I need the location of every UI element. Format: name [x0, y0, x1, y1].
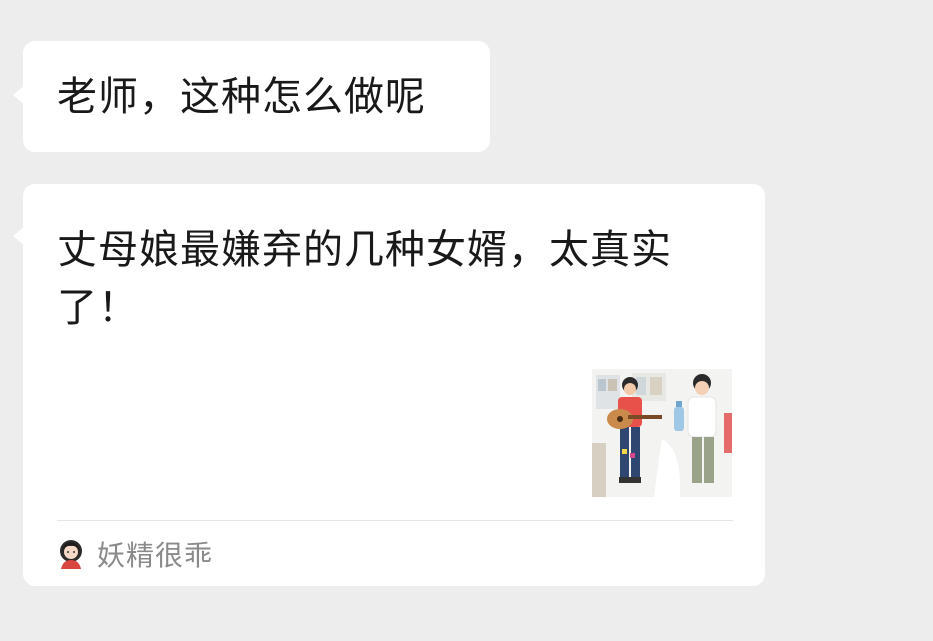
message-text: 老师，这种怎么做呢: [57, 74, 426, 120]
message-bubble-link-card[interactable]: 丈母娘最嫌弃的几种女婿，太真实了！ 妖精很乖: [13, 184, 765, 586]
source-account-name: 妖精很乖: [97, 539, 214, 572]
link-card-title: 丈母娘最嫌弃的几种女婿，太真实了！: [57, 227, 672, 331]
link-card-source[interactable]: 妖精很乖: [57, 534, 213, 574]
chat-window: 老师，这种怎么做呢 丈母娘最嫌弃的几种女婿，太真实了！ 妖精很乖: [0, 0, 933, 641]
article-thumbnail-illustration: [592, 369, 732, 497]
account-avatar-icon: [57, 539, 85, 569]
message-bubble-text[interactable]: 老师，这种怎么做呢: [13, 41, 490, 152]
card-divider: [57, 520, 733, 521]
